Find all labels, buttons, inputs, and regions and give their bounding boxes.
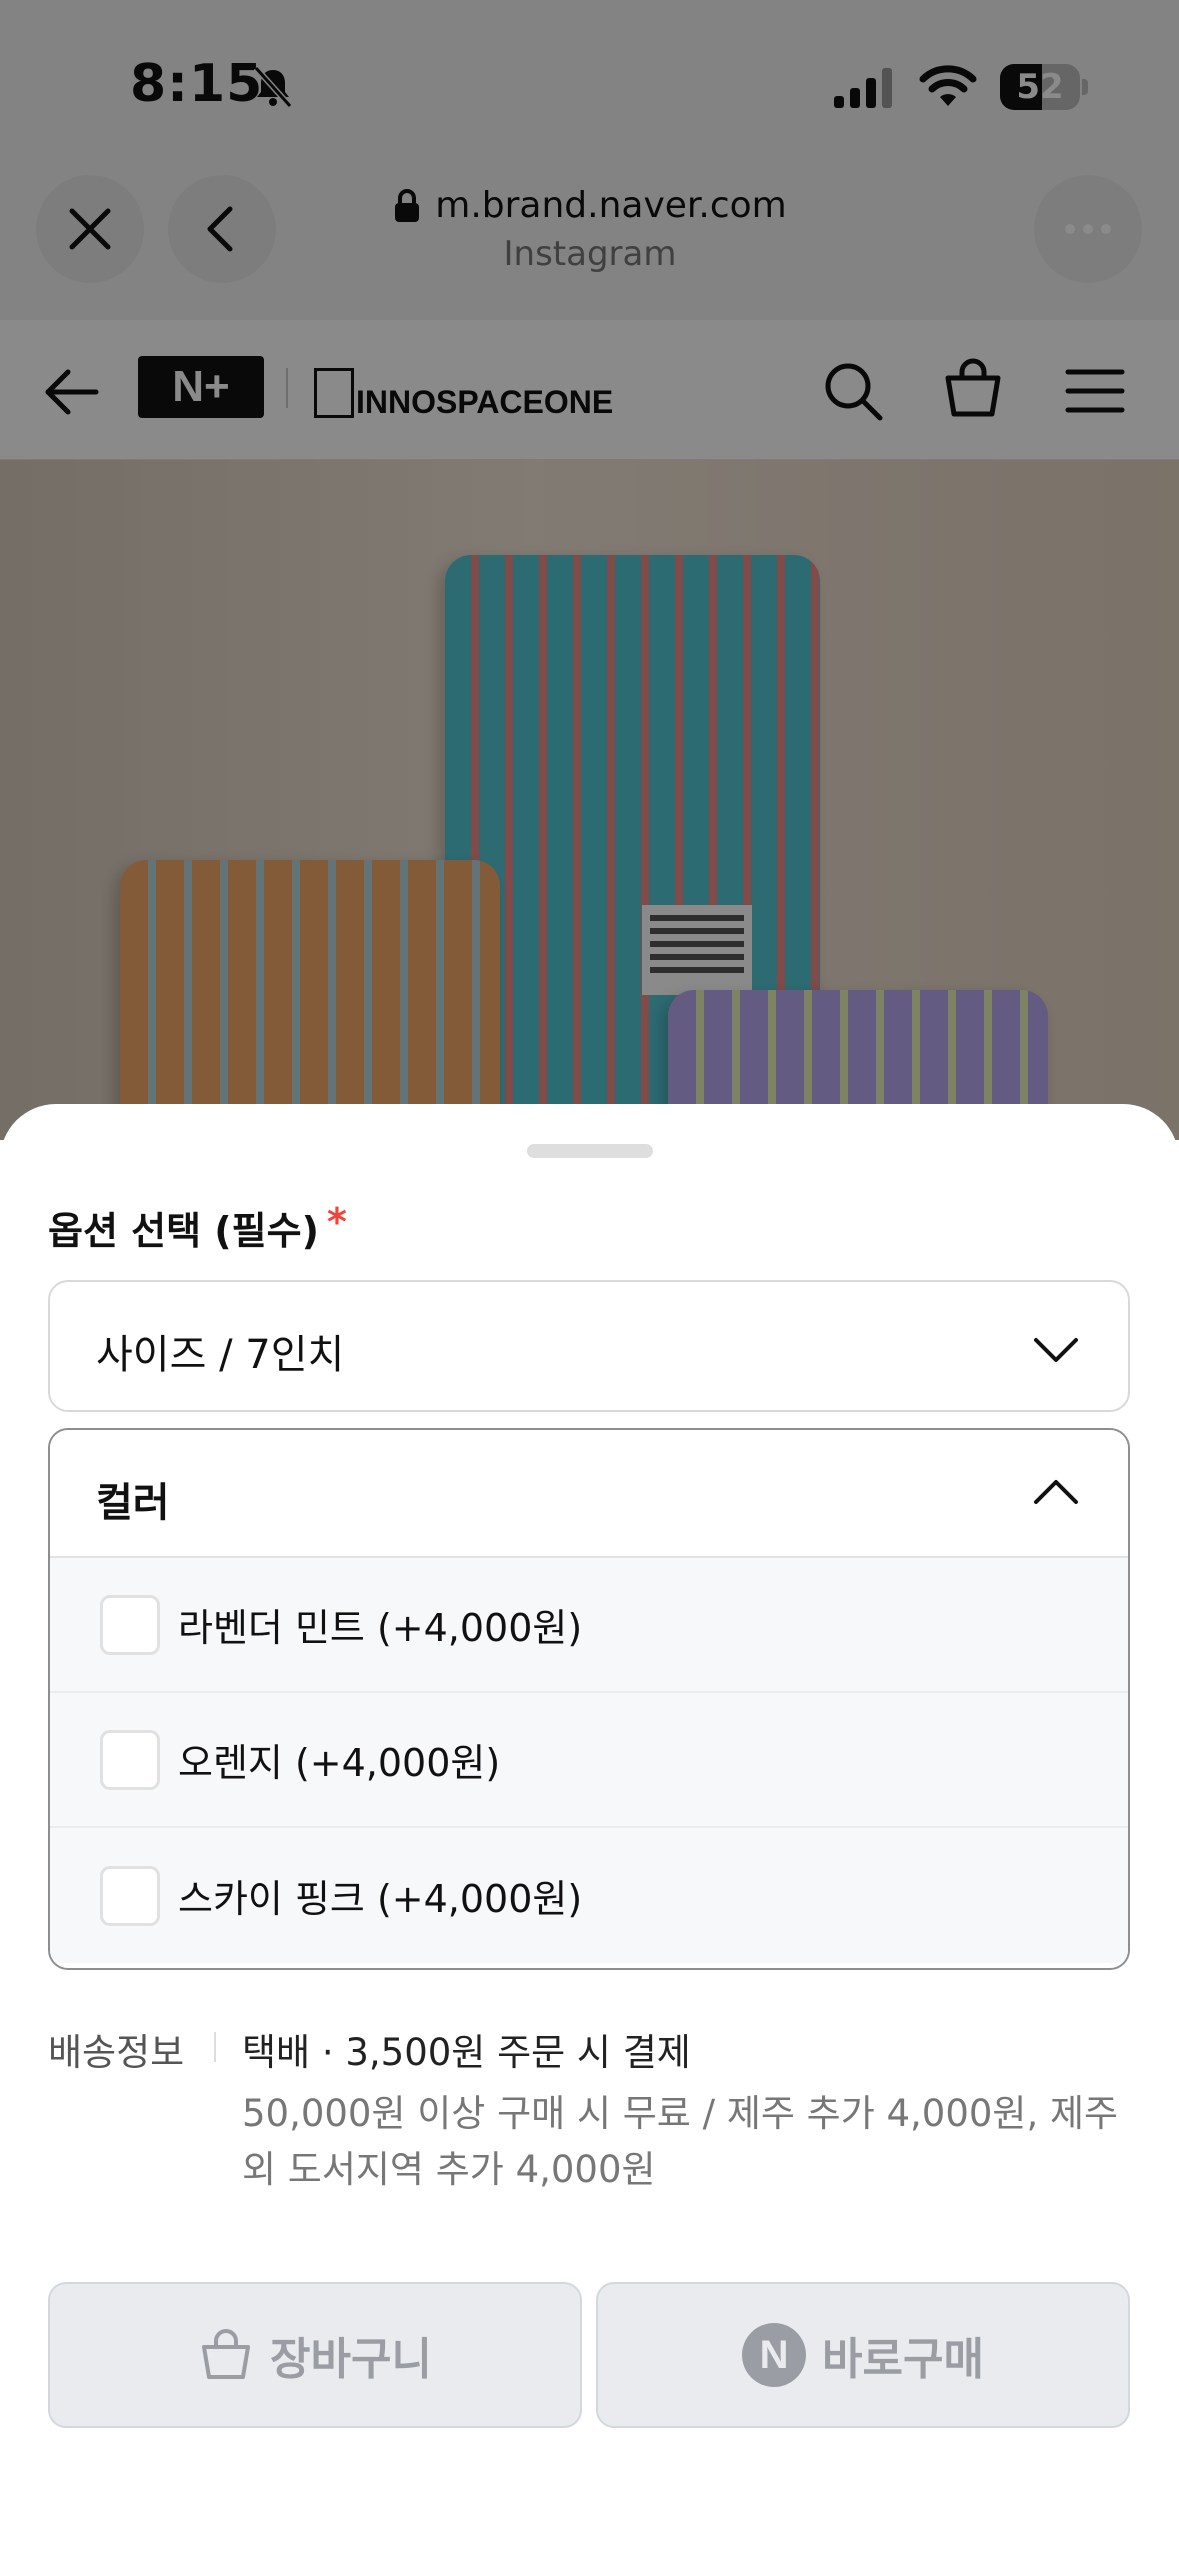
shipping-divider — [214, 2032, 216, 2062]
option-section-title-text: 옵션 선택 (필수) — [48, 1209, 319, 1253]
size-select-value: 사이즈 / 7인치 — [96, 1332, 345, 1378]
shopping-bag-icon — [202, 2329, 251, 2379]
buy-now-label: 바로구매 — [822, 2334, 984, 2385]
background-page: 8:15 52 m.brand.naver.com Instagram N+ I… — [0, 0, 1179, 1140]
option-checkbox[interactable] — [100, 1865, 160, 1926]
sheet-grabber[interactable] — [527, 1144, 653, 1158]
color-option-list: 라벤더 민트 (+4,000원) 오렌지 (+4,000원) 스카이 핑크 (+… — [50, 1558, 1128, 1963]
shipping-main: 택배 · 3,500원 주문 시 결제 — [242, 2031, 691, 2074]
option-label: 스카이 핑크 (+4,000원) — [178, 1877, 583, 1921]
chevron-down-icon — [1034, 1338, 1078, 1362]
color-option-orange[interactable]: 오렌지 (+4,000원) — [50, 1693, 1128, 1828]
option-label: 오렌지 (+4,000원) — [178, 1741, 501, 1785]
shipping-detail: 50,000원 이상 구매 시 무료 / 제주 추가 4,000원, 제주 외 … — [242, 2092, 1119, 2191]
add-to-cart-button[interactable]: 장바구니 — [48, 2282, 582, 2428]
option-label: 라벤더 민트 (+4,000원) — [178, 1606, 583, 1650]
modal-dim-overlay[interactable] — [0, 0, 1179, 1140]
required-mark: * — [326, 1200, 347, 1244]
add-to-cart-label: 장바구니 — [270, 2334, 432, 2385]
shipping-label: 배송정보 — [48, 2031, 185, 2074]
color-select: 컬러 라벤더 민트 (+4,000원) 오렌지 (+4,000원) 스카이 핑크… — [48, 1428, 1130, 1970]
option-section-title: 옵션 선택 (필수) * — [48, 1200, 347, 1255]
action-bar: 장바구니 N 바로구매 — [48, 2282, 1130, 2428]
color-option-lavender-mint[interactable]: 라벤더 민트 (+4,000원) — [50, 1558, 1128, 1693]
color-select-label: 컬러 — [96, 1480, 170, 1526]
option-bottom-sheet: 옵션 선택 (필수) * 사이즈 / 7인치 컬러 라벤더 민트 (+4,000… — [0, 1104, 1179, 2556]
naver-pay-badge: N — [742, 2323, 807, 2387]
size-select[interactable]: 사이즈 / 7인치 — [48, 1280, 1130, 1412]
option-checkbox[interactable] — [100, 1729, 160, 1790]
color-select-header[interactable]: 컬러 — [50, 1430, 1128, 1558]
buy-now-button[interactable]: N 바로구매 — [596, 2282, 1130, 2428]
option-checkbox[interactable] — [100, 1594, 160, 1655]
color-option-sky-pink[interactable]: 스카이 핑크 (+4,000원) — [50, 1828, 1128, 1963]
chevron-up-icon — [1034, 1480, 1078, 1504]
